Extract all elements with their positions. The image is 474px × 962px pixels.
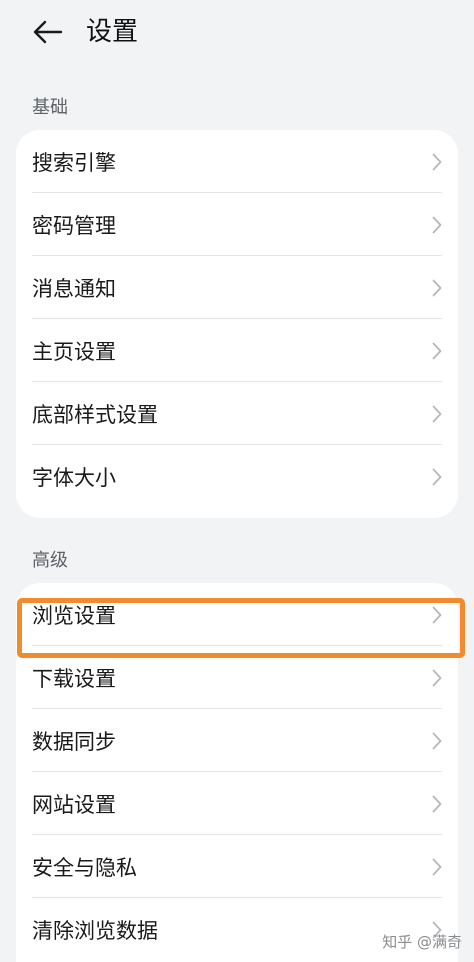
row-label: 网站设置	[32, 792, 116, 817]
settings-row-font-size[interactable]: 字体大小	[16, 445, 458, 508]
chevron-right-icon	[432, 405, 442, 422]
chevron-right-icon	[432, 216, 442, 233]
settings-row-browsing[interactable]: 浏览设置	[16, 583, 458, 646]
row-label: 密码管理	[32, 213, 116, 238]
chevron-right-icon	[432, 153, 442, 170]
settings-row-homepage[interactable]: 主页设置	[16, 319, 458, 382]
chevron-right-icon	[432, 858, 442, 875]
row-label: 数据同步	[32, 729, 116, 754]
chevron-right-icon	[432, 342, 442, 359]
row-label: 下载设置	[32, 666, 116, 691]
page-title: 设置	[86, 17, 139, 47]
chevron-right-icon	[432, 468, 442, 485]
row-label: 字体大小	[32, 465, 116, 490]
settings-row-downloads[interactable]: 下载设置	[16, 646, 458, 709]
settings-row-password-manager[interactable]: 密码管理	[16, 193, 458, 256]
watermark: 知乎 @满奇	[382, 933, 462, 951]
chevron-right-icon	[432, 279, 442, 296]
row-label: 底部样式设置	[32, 402, 158, 427]
row-label: 清除浏览数据	[32, 918, 158, 943]
top-app-bar: 设置	[0, 0, 474, 66]
settings-card-advanced: 浏览设置 下载设置 数据同步 网站设置 安全与隐私 清除浏览数据	[16, 583, 458, 962]
section-label-advanced: 高级	[32, 550, 68, 571]
settings-row-notifications[interactable]: 消息通知	[16, 256, 458, 319]
chevron-right-icon	[432, 732, 442, 749]
row-label: 浏览设置	[32, 603, 116, 628]
row-label: 安全与隐私	[32, 855, 137, 880]
row-label: 主页设置	[32, 339, 116, 364]
back-button[interactable]	[26, 12, 70, 52]
chevron-right-icon	[432, 669, 442, 686]
settings-row-site-settings[interactable]: 网站设置	[16, 772, 458, 835]
settings-row-bottom-style[interactable]: 底部样式设置	[16, 382, 458, 445]
arrow-left-icon	[33, 20, 63, 44]
settings-row-search-engine[interactable]: 搜索引擎	[16, 130, 458, 193]
row-label: 搜索引擎	[32, 150, 116, 175]
settings-card-basic: 搜索引擎 密码管理 消息通知 主页设置 底部样式设置 字体大小	[16, 130, 458, 518]
settings-row-security-privacy[interactable]: 安全与隐私	[16, 835, 458, 898]
settings-row-data-sync[interactable]: 数据同步	[16, 709, 458, 772]
chevron-right-icon	[432, 795, 442, 812]
chevron-right-icon	[432, 606, 442, 623]
section-label-basic: 基础	[32, 97, 68, 118]
row-label: 消息通知	[32, 276, 116, 301]
